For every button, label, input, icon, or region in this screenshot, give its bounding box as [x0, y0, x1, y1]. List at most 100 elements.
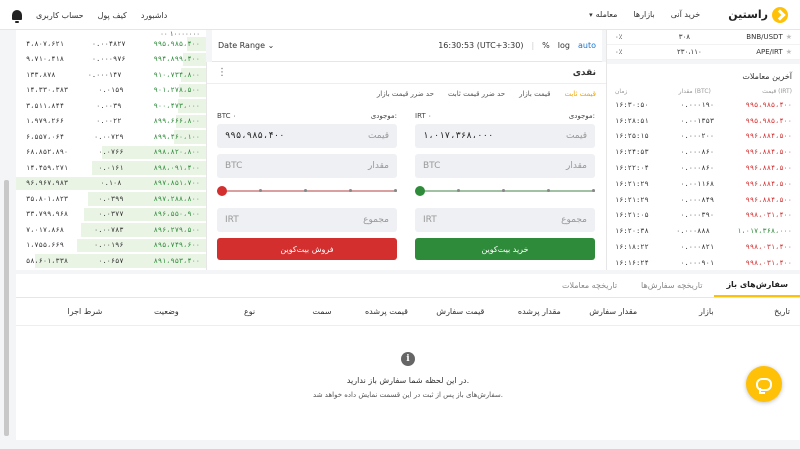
star-icon[interactable]: ★ [786, 33, 792, 41]
orderbook-amount: ۰.۰۱۶۱ [98, 163, 124, 172]
pair-row[interactable]: ۰٪ ۲۳۰،۱۱۰ APE/IRT ★ [607, 45, 800, 60]
buy-total-field[interactable]: IRT مجموع [415, 208, 595, 232]
orderbook-row[interactable]: ۵۸،۶۰۱،۳۳۸ ۰.۰۶۵۷ ۸۹۱،۹۵۳،۴۰۰ [16, 253, 206, 269]
orderbook-total: ۱،۷۵۵،۶۶۹ [26, 241, 64, 250]
user-nav: داشبورد کیف پول حساب کاربری [12, 0, 167, 30]
nav-instant-buy[interactable]: خرید آنی [671, 10, 700, 19]
tab-order-history[interactable]: تاریخچه سفارش‌ها [629, 274, 714, 297]
slider-tick[interactable] [304, 189, 307, 192]
orderbook-amount: ۰.۰۰۰۹۷۶ [91, 55, 126, 64]
slider-tick[interactable] [259, 189, 262, 192]
orderbook-row[interactable]: ۴،۸۰۷،۶۲۱ ۰.۰۰۴۸۲۷ ۹۹۵،۹۸۵،۴۰۰ [16, 36, 206, 52]
sell-amount-field[interactable]: BTC مقدار [217, 154, 397, 178]
trade-price: ۹۹۸،۰۳۱،۴۰۰ [745, 258, 792, 267]
nav-markets[interactable]: بازارها [633, 10, 654, 19]
buy-price-field[interactable]: ۱،۰۱۷،۳۶۸،۰۰۰ قیمت [415, 124, 595, 148]
orderbook-price: ۹۰۰،۴۷۳،۰۰۰ [153, 101, 200, 110]
slider-tick[interactable] [394, 189, 397, 192]
log-toggle[interactable]: log [558, 41, 570, 50]
percent-toggle[interactable]: % [542, 41, 550, 50]
orderbook-row[interactable]: ۷،۰۱۷،۸۶۸ ۰.۰۰۷۸۳ ۸۹۶،۲۷۹،۵۰۰ [16, 222, 206, 238]
nav-account[interactable]: حساب کاربری [36, 11, 84, 20]
orderbook-price: ۸۹۹،۴۶۰،۱۰۰ [153, 132, 200, 141]
trade-title: نقدی [572, 67, 596, 78]
orderbook-row[interactable]: ۳۳،۷۹۹،۹۶۸ ۰.۰۳۷۷ ۸۹۶،۵۵۰،۹۰۰ [16, 207, 206, 223]
star-icon[interactable]: ★ [786, 48, 792, 56]
order-type-stop-market[interactable]: حد ضرر قیمت بازار [377, 90, 434, 98]
slider-tick[interactable] [502, 189, 505, 192]
orderbook-row[interactable]: ۹،۷۱۰،۴۱۸ ۰.۰۰۰۹۷۶ ۹۹۴،۸۹۹،۴۰۰ [16, 52, 206, 68]
buy-percent-slider[interactable] [415, 184, 595, 198]
orderbook-row[interactable]: ۱۳۳،۸۷۸ ۰.۰۰۰۱۴۷ ۹۱۰،۷۳۴،۸۰۰ [16, 67, 206, 83]
bell-icon[interactable] [12, 10, 22, 23]
orderbook-row[interactable]: ۱،۷۵۵،۶۶۹ ۰.۰۰۱۹۶ ۸۹۵،۷۴۹،۶۰۰ [16, 238, 206, 254]
order-type-limit[interactable]: قیمت ثابت [564, 90, 596, 98]
orderbook-amount: ۰.۰۰۴۸۲۷ [91, 39, 126, 48]
nav-trade[interactable]: معامله [589, 10, 618, 19]
slider-knob[interactable] [217, 186, 227, 196]
order-type-tabs: قیمت ثابت قیمت بازار حد ضرر قیمت ثابت حد… [207, 84, 606, 104]
orderbook-price: ۸۹۸،۰۹۱،۴۰۰ [153, 163, 200, 172]
orderbook-total: ۱۴،۴۵۹،۲۷۱ [26, 163, 69, 172]
orderbook-total: ۱،۹۷۹،۲۶۶ [26, 117, 64, 126]
orderbook-price: ۹۹۴،۸۹۹،۴۰۰ [153, 55, 200, 64]
logo[interactable]: راستین [728, 6, 788, 23]
tab-trade-history[interactable]: تاریخچه معاملات [550, 274, 629, 297]
page-scrollbar[interactable] [4, 180, 9, 436]
more-options-icon[interactable]: ⋮ [217, 67, 227, 78]
slider-tick[interactable] [349, 189, 352, 192]
recent-trade-row: ۱۶:۲۱:۲۹ ۰.۰۰۱۱۶۸ ۹۹۶،۸۸۴،۵۰۰ [607, 176, 800, 192]
trade-amount: ۰.۰۰۰۸۸۸ [676, 227, 710, 236]
orderbook-row[interactable]: ۳۵،۸۰۱،۸۲۳ ۰.۰۳۹۹ ۸۹۷،۲۸۸،۸۰۰ [16, 191, 206, 207]
orderbook-row[interactable]: ۹۶،۹۶۷،۹۸۳ ۰.۱۰۸ ۸۹۷،۸۵۱،۷۰۰ [16, 176, 206, 192]
orderbook-rows: ۴،۸۰۷،۶۲۱ ۰.۰۰۴۸۲۷ ۹۹۵،۹۸۵،۴۰۰ ۹،۷۱۰،۴۱۸ ۰.۰… [16, 36, 206, 270]
orderbook-total: ۱۳۳،۸۷۸ [26, 70, 56, 79]
orders-column-header: بازار [698, 307, 714, 316]
nav-wallet[interactable]: کیف پول [98, 11, 127, 20]
buy-amount-unit: BTC [423, 161, 441, 171]
sell-percent-slider[interactable] [217, 184, 397, 198]
orders-column-header: قیمت پرشده [364, 307, 408, 316]
buy-price-label: قیمت [565, 131, 587, 141]
date-range-selector[interactable]: Date Range ⌄ [218, 41, 274, 50]
buy-button[interactable]: خرید بیت‌کوین [415, 238, 595, 260]
sell-total-field[interactable]: IRT مجموع [217, 208, 397, 232]
orderbook-row[interactable]: ۱۴،۳۳۰،۳۸۳ ۰.۰۱۵۹ ۹۰۱،۲۷۸،۵۰۰ [16, 83, 206, 99]
trade-time: ۱۶:۲۲:۰۴ [615, 164, 649, 173]
orderbook-row[interactable]: ۱۴،۴۵۹،۲۷۱ ۰.۰۱۶۱ ۸۹۸،۰۹۱،۴۰۰ [16, 160, 206, 176]
auto-toggle[interactable]: auto [578, 41, 596, 50]
slider-tick[interactable] [457, 189, 460, 192]
trade-panel: نقدی ⋮ قیمت ثابت قیمت بازار حد ضرر قیمت … [206, 62, 606, 270]
orders-column-header: نوع [244, 307, 256, 316]
sell-price-value: ۹۹۵،۹۸۵،۴۰۰ [225, 131, 285, 141]
order-type-stop-limit[interactable]: حد ضرر قیمت ثابت [448, 90, 505, 98]
slider-knob[interactable] [415, 186, 425, 196]
orderbook-row[interactable]: ۶۸،۸۵۲،۸۹۰ ۰.۰۷۶۶ ۸۹۸،۸۲۰،۸۰۰ [16, 145, 206, 161]
order-type-market[interactable]: قیمت بازار [519, 90, 550, 98]
buy-form: IRT ۰ موجودی: ۱،۰۱۷،۳۶۸،۰۰۰ قیمت BTC مقد… [415, 112, 595, 260]
pair-change: ۰٪ [615, 33, 623, 41]
orderbook-row[interactable]: ۱،۹۷۹،۲۶۶ ۰.۰۰۲۲ ۸۹۹،۶۶۶،۸۰۰ [16, 114, 206, 130]
trade-time: ۱۶:۲۴:۵۳ [615, 148, 649, 157]
orderbook-row[interactable]: ۳۱،۸۸۲،۴۴۱۰.۰۳۵۸۸۹۰،۵۶۵،۴۰۰ [16, 269, 206, 270]
rt-col-price: قیمت (IRT) [762, 87, 792, 95]
sell-amount-label: مقدار [368, 161, 389, 171]
recent-trade-row: ۱۶:۱۸:۲۲ ۰.۰۰۰۸۲۱ ۹۹۸،۰۳۱،۴۰۰ [607, 239, 800, 255]
buy-amount-field[interactable]: BTC مقدار [415, 154, 595, 178]
trade-amount: ۰.۰۰۰۸۶۰ [680, 148, 715, 157]
orders-tabs: سفارش‌های باز تاریخچه سفارش‌ها تاریخچه م… [16, 274, 800, 298]
trade-amount: ۰.۰۰۱۱۶۸ [680, 179, 715, 188]
pair-row[interactable]: ۰٪ ۳۰۸ BNB/USDT ★ [607, 30, 800, 45]
nav-dashboard[interactable]: داشبورد [141, 11, 167, 20]
app-root: { "header": { "logo_text": "راستین", "na… [0, 0, 800, 449]
slider-tick[interactable] [547, 189, 550, 192]
slider-tick[interactable] [592, 189, 595, 192]
sell-price-field[interactable]: ۹۹۵،۹۸۵،۴۰۰ قیمت [217, 124, 397, 148]
support-chat-button[interactable] [746, 366, 782, 402]
date-range-label: Date Range [218, 41, 266, 50]
orderbook-row[interactable]: ۶،۵۵۷،۰۶۴ ۰.۰۰۷۲۹ ۸۹۹،۴۶۰،۱۰۰ [16, 129, 206, 145]
sell-button[interactable]: فروش بیت‌کوین [217, 238, 397, 260]
sell-balance-label: موجودی: [370, 112, 397, 120]
tab-open-orders[interactable]: سفارش‌های باز [714, 274, 800, 297]
orderbook-row[interactable]: ۳،۵۱۱،۸۴۴ ۰.۰۰۳۹ ۹۰۰،۴۷۳،۰۰۰ [16, 98, 206, 114]
